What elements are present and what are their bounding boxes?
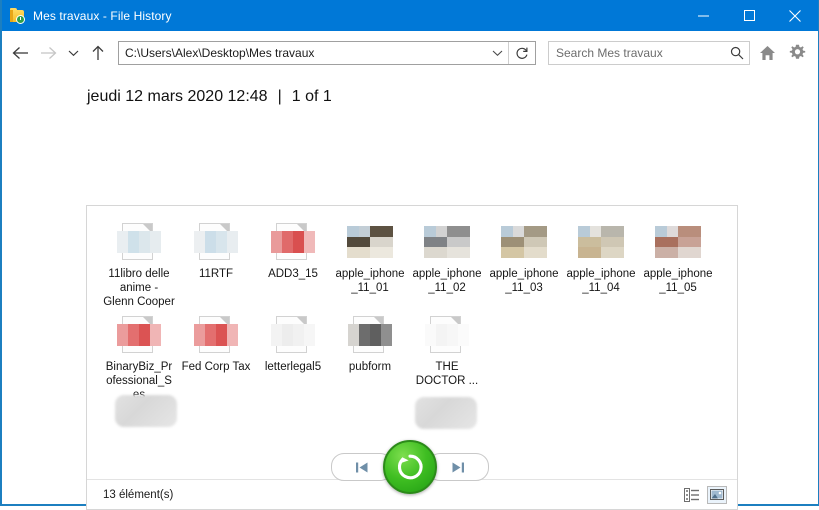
search-box[interactable]: Search Mes travaux [548, 40, 750, 65]
photo-thumbnail [654, 222, 702, 262]
address-chevron-down-icon[interactable] [486, 42, 508, 64]
home-icon[interactable] [754, 38, 780, 68]
document-thumbnail [192, 222, 240, 262]
minimize-button[interactable] [680, 0, 726, 31]
file-label: Fed Corp Tax [181, 361, 251, 373]
photo-thumbnail [346, 222, 394, 262]
file-item[interactable]: THE DOCTOR ... [409, 309, 485, 429]
file-item[interactable]: 11RTF [178, 216, 254, 281]
document-thumbnail [423, 315, 471, 355]
photo-thumbnail [577, 222, 625, 262]
file-item[interactable]: letterlegal5 [255, 309, 331, 374]
file-label: ADD3_15 [268, 268, 318, 280]
maximize-button[interactable] [726, 0, 772, 31]
redaction-overlay [115, 395, 177, 427]
file-history-window: Mes travaux - File History C:\Users\Alex… [0, 0, 819, 510]
file-item[interactable]: apple_iphone_11_02 [409, 216, 485, 295]
file-label: pubform [348, 361, 392, 373]
file-item[interactable]: apple_iphone_11_05 [640, 216, 716, 295]
file-label: 11libro delle anime - Glenn Cooper [103, 268, 175, 308]
file-label: apple_iphone_11_03 [489, 268, 559, 294]
file-item[interactable]: Fed Corp Tax [178, 309, 254, 374]
file-item[interactable]: apple_iphone_11_01 [332, 216, 408, 295]
refresh-icon[interactable] [508, 41, 535, 64]
folder-history-icon [10, 7, 26, 24]
version-separator: | [277, 88, 282, 105]
redaction-overlay [415, 397, 477, 429]
navigation-toolbar: C:\Users\Alex\Desktop\Mes travaux Search… [2, 31, 818, 74]
file-label: apple_iphone_11_01 [335, 268, 405, 294]
version-position: 1 of 1 [291, 88, 332, 105]
document-thumbnail [115, 315, 163, 355]
file-label: letterlegal5 [264, 361, 322, 373]
up-arrow-icon[interactable] [84, 38, 112, 68]
search-input[interactable]: Search Mes travaux [549, 46, 725, 60]
document-thumbnail [269, 315, 317, 355]
search-icon[interactable] [725, 42, 749, 64]
file-item[interactable]: BinaryBiz_Professional_S es [101, 309, 177, 427]
file-label: apple_iphone_11_04 [566, 268, 636, 294]
file-label: THE DOCTOR ... [415, 361, 479, 387]
document-thumbnail [346, 315, 394, 355]
forward-arrow-icon [34, 38, 62, 68]
file-label: apple_iphone_11_02 [412, 268, 482, 294]
content-area: jeudi 12 mars 2020 12:48 | 1 of 1 11libr… [2, 74, 818, 510]
file-item[interactable]: apple_iphone_11_03 [486, 216, 562, 295]
back-arrow-icon[interactable] [6, 38, 34, 68]
file-item[interactable]: pubform [332, 309, 408, 374]
restore-button[interactable] [383, 440, 437, 494]
version-navigation [2, 440, 818, 494]
address-bar[interactable]: C:\Users\Alex\Desktop\Mes travaux [118, 40, 536, 65]
window-controls [680, 0, 818, 31]
document-thumbnail [269, 222, 317, 262]
document-thumbnail [192, 315, 240, 355]
file-label: 11RTF [198, 268, 234, 280]
document-thumbnail [115, 222, 163, 262]
gear-icon[interactable] [784, 38, 810, 68]
close-button[interactable] [772, 0, 818, 31]
file-label: apple_iphone_11_05 [643, 268, 713, 294]
file-item[interactable]: apple_iphone_11_04 [563, 216, 639, 295]
version-header: jeudi 12 mars 2020 12:48 | 1 of 1 [2, 74, 818, 106]
title-bar: Mes travaux - File History [2, 0, 818, 31]
photo-thumbnail [500, 222, 548, 262]
recent-locations-chevron-down-icon[interactable] [62, 38, 84, 68]
photo-thumbnail [423, 222, 471, 262]
restore-icon [397, 454, 423, 480]
file-item[interactable]: ADD3_15 [255, 216, 331, 281]
file-grid: 11libro delle anime - Glenn Cooper 11RTF A… [101, 216, 731, 429]
file-item[interactable]: 11libro delle anime - Glenn Cooper [101, 216, 177, 309]
version-date: jeudi 12 mars 2020 12:48 [87, 88, 268, 105]
address-input[interactable]: C:\Users\Alex\Desktop\Mes travaux [119, 46, 486, 60]
window-title: Mes travaux - File History [33, 8, 172, 23]
